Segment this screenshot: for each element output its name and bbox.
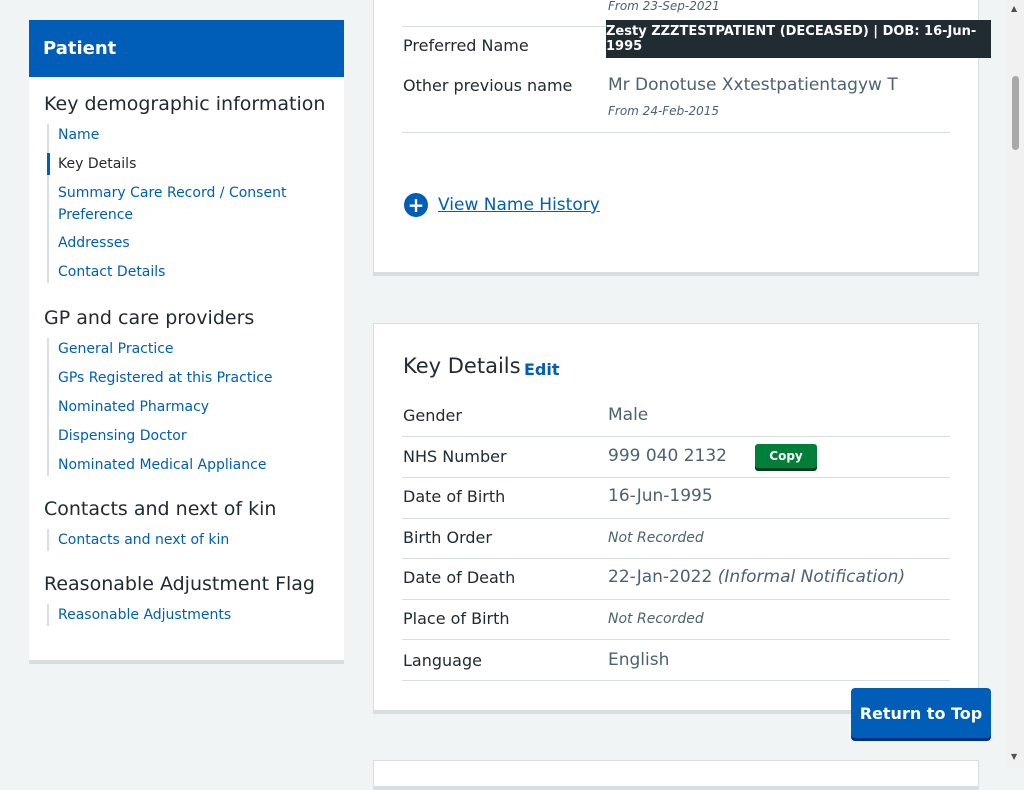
section-title-gp: GP and care providers — [44, 307, 255, 329]
copy-nhs-number-button[interactable]: Copy — [755, 444, 817, 468]
birth-order-value: Not Recorded — [608, 530, 704, 546]
nav-item-scr-consent-cont[interactable]: Preference — [49, 204, 286, 226]
nav-item-addresses[interactable]: Addresses — [49, 232, 286, 254]
dod-informal-note: (Informal Notification) — [717, 567, 906, 587]
view-name-history-link[interactable]: + View Name History — [404, 193, 600, 217]
dob-label: Date of Birth — [403, 487, 506, 506]
scroll-thumb[interactable] — [1012, 76, 1019, 150]
dod-label: Date of Death — [403, 568, 516, 587]
gender-label: Gender — [403, 406, 462, 425]
birth-order-row: Birth Order Not Recorded — [402, 518, 950, 559]
nav-item-dispensing-doctor[interactable]: Dispensing Doctor — [49, 425, 273, 447]
edit-link[interactable]: Edit — [524, 360, 560, 379]
key-details-card: Key Details Edit Gender Male NHS Number … — [373, 323, 979, 714]
key-details-title: Key Details — [403, 354, 521, 378]
view-name-history-text[interactable]: View Name History — [438, 195, 600, 215]
nav-item-scr-consent[interactable]: Summary Care Record / Consent — [49, 182, 286, 204]
dod-value-wrap: 22-Jan-2022 (Informal Notification) — [608, 567, 905, 587]
nav-item-gps-registered[interactable]: GPs Registered at this Practice — [49, 367, 273, 389]
scroll-up-icon[interactable]: ▲ — [1011, 4, 1017, 13]
scroll-down-icon[interactable]: ▼ — [1011, 752, 1017, 761]
place-of-birth-row: Place of Birth Not Recorded — [402, 599, 950, 640]
birth-order-label: Birth Order — [403, 528, 492, 547]
nav-item-contact-details[interactable]: Contact Details — [49, 261, 286, 283]
nav-list-gp: General Practice GPs Registered at this … — [47, 338, 273, 476]
dod-row: Date of Death 22-Jan-2022 (Informal Noti… — [402, 558, 950, 600]
section-title-reasonable-adjustment: Reasonable Adjustment Flag — [44, 573, 315, 595]
dob-value: 16-Jun-1995 — [608, 486, 713, 506]
other-name-label: Other previous name — [403, 76, 573, 95]
nav-item-contacts-kin[interactable]: Contacts and next of kin — [49, 529, 229, 551]
patient-banner-tooltip: Zesty ZZZTESTPATIENT (DECEASED) | DOB: 1… — [606, 20, 991, 58]
section-title-key-demographics: Key demographic information — [44, 93, 326, 115]
scrollbar[interactable]: ▲ ▼ — [1007, 0, 1024, 768]
other-name-date-note: From 24-Feb-2015 — [608, 104, 720, 118]
nhs-number-value: 999 040 2132 — [608, 446, 727, 466]
other-name-value: Mr Donotuse Xxtestpatientagyw T — [608, 75, 898, 95]
nav-item-name[interactable]: Name — [49, 124, 286, 146]
dob-row: Date of Birth 16-Jun-1995 — [402, 478, 950, 519]
next-card — [373, 760, 979, 790]
return-to-top-button[interactable]: Return to Top — [851, 688, 991, 738]
gender-value: Male — [608, 405, 649, 425]
place-of-birth-value: Not Recorded — [608, 611, 704, 627]
plus-circle-icon: + — [404, 193, 428, 217]
nav-item-general-practice[interactable]: General Practice — [49, 338, 273, 360]
language-row: Language English — [402, 639, 950, 681]
nav-list-reasonable: Reasonable Adjustments — [47, 604, 231, 626]
gender-row: Gender Male — [402, 396, 950, 437]
nav-item-nominated-appliance[interactable]: Nominated Medical Appliance — [49, 454, 273, 476]
sidebar-title: Patient — [29, 20, 344, 77]
language-label: Language — [403, 651, 482, 670]
nav-item-nominated-pharmacy[interactable]: Nominated Pharmacy — [49, 396, 273, 418]
preferred-name-label: Preferred Name — [403, 36, 529, 55]
dod-value: 22-Jan-2022 — [608, 567, 713, 587]
nav-item-reasonable-adjustments[interactable]: Reasonable Adjustments — [49, 604, 231, 626]
nhs-number-label: NHS Number — [403, 447, 507, 466]
nhs-number-row: NHS Number 999 040 2132 Copy — [402, 437, 950, 478]
other-name-row: Other previous name Mr Donotuse Xxtestpa… — [402, 66, 950, 133]
section-title-contacts: Contacts and next of kin — [44, 498, 277, 520]
place-of-birth-label: Place of Birth — [403, 609, 510, 628]
nav-list-demographics: Name Key Details Summary Care Record / C… — [47, 124, 286, 283]
nav-item-key-details[interactable]: Key Details — [47, 153, 286, 175]
patient-sidebar: Patient Key demographic information Name… — [29, 20, 344, 664]
language-value: English — [608, 650, 670, 670]
nav-list-contacts: Contacts and next of kin — [47, 529, 229, 551]
